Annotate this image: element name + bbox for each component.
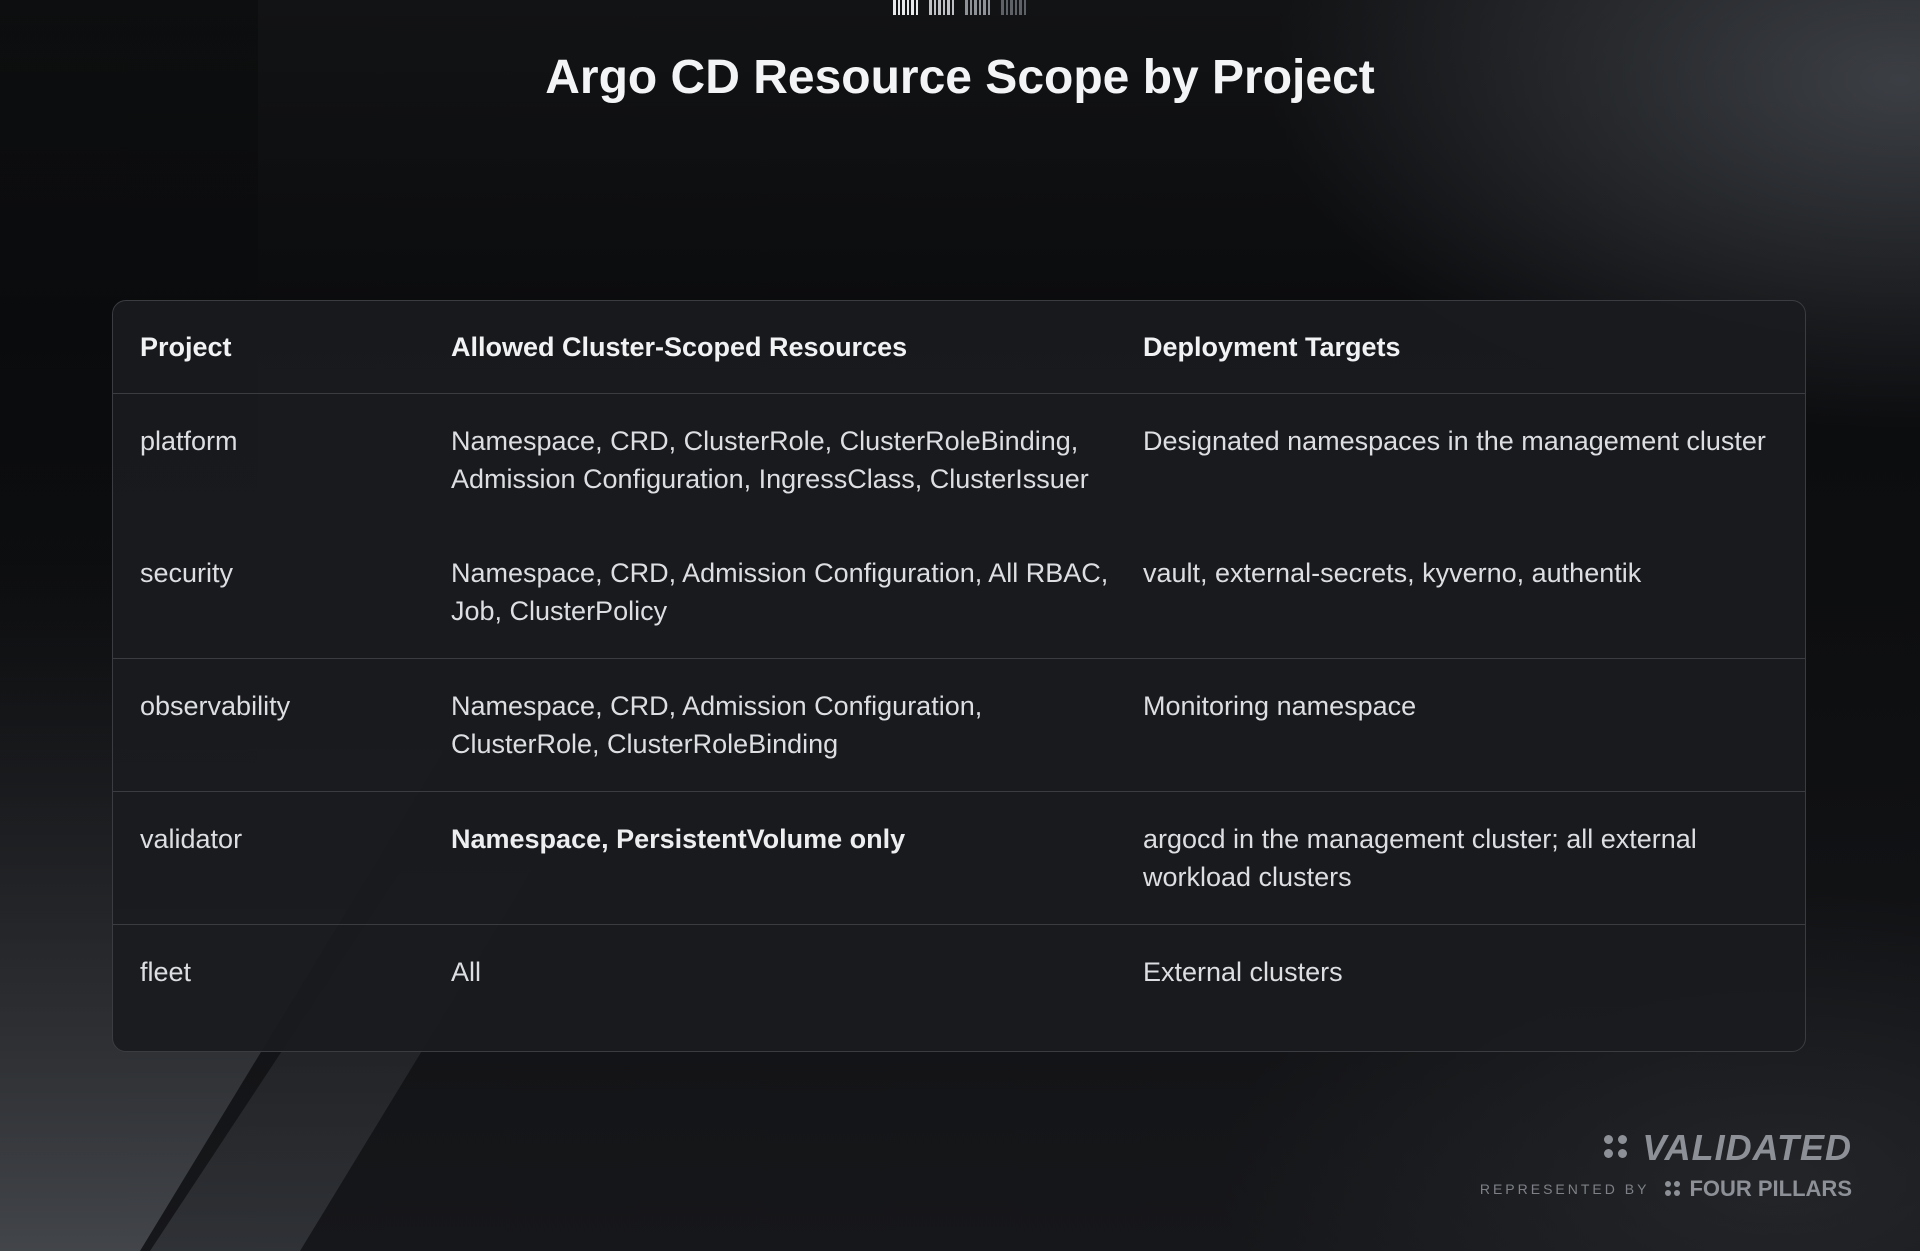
partner-wordmark: FOUR PILLARS (1689, 1176, 1852, 1201)
project-cell: fleet (140, 957, 192, 987)
represented-by-line: REPRESENTED BY FOUR PILLARS (1480, 1176, 1852, 1202)
validated-logo: VALIDATED (1604, 1127, 1852, 1169)
resources-cell-emphasized: Namespace, PersistentVolume only (424, 791, 1116, 925)
column-header-resources: Allowed Cluster-Scoped Resources (424, 301, 1116, 394)
project-cell: validator (113, 791, 424, 925)
targets-cell: vault, external-secrets, kyverno, authen… (1116, 526, 1805, 659)
table-header-row: Project Allowed Cluster-Scoped Resources… (113, 301, 1805, 394)
table-row: validator Namespace, PersistentVolume on… (113, 791, 1805, 925)
project-cell: platform (140, 426, 238, 456)
logo-wordmark: VALIDATED (1642, 1127, 1852, 1168)
targets-cell: argocd in the management cluster; all ex… (1116, 791, 1805, 925)
resources-cell: Namespace, CRD, Admission Configuration,… (424, 658, 1116, 792)
column-header-targets: Deployment Targets (1116, 301, 1805, 394)
resources-cell: All (451, 957, 482, 987)
table-row: fleet All External clusters (113, 925, 1805, 1020)
resources-cell: Namespace, CRD, Admission Configuration,… (424, 526, 1116, 659)
project-cell: security (113, 526, 424, 659)
project-cell: observability (113, 658, 424, 792)
barcode-decoration (893, 0, 1026, 15)
table-row: security Namespace, CRD, Admission Confi… (113, 526, 1805, 659)
dots-logo-icon (1604, 1135, 1630, 1161)
table-row: observability Namespace, CRD, Admission … (113, 658, 1805, 792)
table-row: platform Namespace, CRD, ClusterRole, Cl… (113, 394, 1805, 527)
resources-cell: Namespace, CRD, ClusterRole, ClusterRole… (451, 426, 1089, 494)
represented-by-label: REPRESENTED BY (1479, 1181, 1650, 1197)
resource-scope-table: Project Allowed Cluster-Scoped Resources… (112, 300, 1806, 1052)
page-title: Argo CD Resource Scope by Project (545, 51, 1375, 104)
targets-cell: Designated namespaces in the management … (1143, 426, 1766, 456)
targets-cell: External clusters (1143, 957, 1343, 987)
four-pillars-logo: FOUR PILLARS (1665, 1176, 1852, 1202)
targets-cell: Monitoring namespace (1116, 658, 1805, 792)
column-header-project: Project (113, 301, 424, 394)
dots-logo-small-icon (1665, 1181, 1681, 1197)
